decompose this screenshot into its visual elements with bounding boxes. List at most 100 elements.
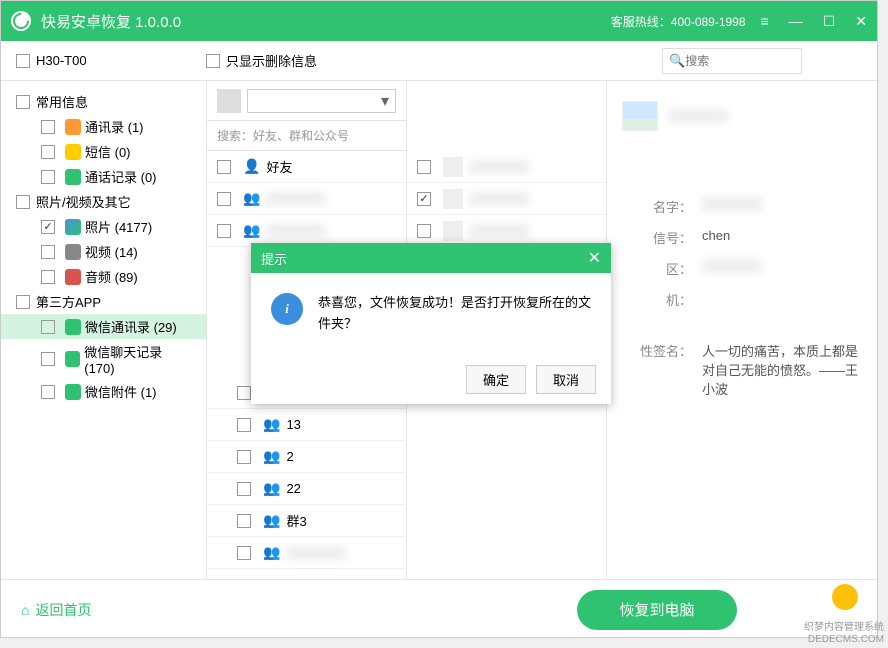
contacts-icon: [65, 119, 81, 135]
item-checkbox[interactable]: [41, 170, 55, 184]
blurred-name: [286, 546, 346, 560]
row-checkbox[interactable]: [237, 514, 251, 528]
region-label: 区：: [622, 259, 702, 278]
sidebar-wx-chat[interactable]: 微信聊天记录 (170): [84, 342, 191, 376]
profile-image: [622, 101, 658, 131]
photo-icon: [65, 219, 81, 235]
blurred-name: [266, 192, 326, 206]
back-home-link[interactable]: ⌂ 返回首页: [21, 600, 91, 620]
recover-button[interactable]: 恢复到电脑: [577, 590, 737, 630]
modal-title: 提示: [261, 249, 287, 268]
list-item[interactable]: 👤好友: [207, 151, 406, 183]
group-icon: 👥: [263, 448, 280, 465]
item-checkbox[interactable]: [41, 320, 55, 334]
watermark-icon: [832, 584, 858, 610]
cancel-button[interactable]: 取消: [536, 365, 596, 394]
minimize-button[interactable]: —: [789, 13, 803, 29]
item-checkbox[interactable]: [41, 145, 55, 159]
sidebar-audio[interactable]: 音频 (89): [85, 267, 138, 286]
group-checkbox[interactable]: [16, 195, 30, 209]
wxid-value: chen: [702, 228, 862, 247]
search-box[interactable]: 🔍: [662, 48, 802, 74]
avatar-icon: [443, 157, 463, 177]
search-input[interactable]: [685, 54, 785, 68]
menu-icon[interactable]: ≡: [761, 13, 769, 29]
group-label: 照片/视频及其它: [36, 192, 131, 211]
video-icon: [65, 244, 81, 260]
avatar-icon: [217, 89, 241, 113]
blurred-value: [702, 197, 762, 211]
sms-icon: [65, 144, 81, 160]
group-label: 常用信息: [36, 92, 88, 111]
row-checkbox[interactable]: [417, 224, 431, 238]
ok-button[interactable]: 确定: [466, 365, 526, 394]
item-checkbox[interactable]: [41, 120, 55, 134]
device-checkbox[interactable]: [16, 54, 30, 68]
sidebar-photos[interactable]: 照片 (4177): [85, 217, 152, 236]
sidebar-sms[interactable]: 短信 (0): [85, 142, 131, 161]
row-checkbox[interactable]: [237, 546, 251, 560]
close-button[interactable]: ✕: [855, 13, 867, 30]
list-item[interactable]: 👥2: [207, 441, 406, 473]
list-item[interactable]: 👥群3: [207, 505, 406, 537]
device-name: H30-T00: [36, 53, 87, 68]
item-checkbox[interactable]: [41, 245, 55, 259]
deleted-filter-label: 只显示删除信息: [226, 51, 317, 70]
home-icon: ⌂: [21, 602, 29, 618]
row-checkbox[interactable]: [417, 160, 431, 174]
group-checkbox[interactable]: [16, 295, 30, 309]
item-checkbox[interactable]: [41, 270, 55, 284]
wxid-label: 信号：: [622, 228, 702, 247]
blurred-name: [469, 160, 529, 174]
maximize-button[interactable]: ☐: [823, 13, 836, 30]
row-checkbox[interactable]: [217, 192, 231, 206]
sidebar-contacts[interactable]: 通讯录 (1): [85, 117, 144, 136]
name-label: 名字：: [622, 197, 702, 216]
back-label: 返回首页: [35, 600, 91, 620]
sidebar: 常用信息 通讯录 (1) 短信 (0) 通话记录 (0) 照片/视频及其它 照片…: [1, 81, 207, 579]
app-icon: [11, 11, 31, 31]
group-icon: 👥: [263, 480, 280, 497]
row-checkbox[interactable]: [237, 450, 251, 464]
avatar-icon: [443, 189, 463, 209]
row-checkbox[interactable]: [217, 160, 231, 174]
row-checkbox[interactable]: [417, 192, 431, 206]
item-checkbox[interactable]: [41, 385, 55, 399]
deleted-filter-checkbox[interactable]: [206, 54, 220, 68]
user-dropdown[interactable]: ▾: [247, 89, 396, 113]
list-item[interactable]: 👥13: [207, 409, 406, 441]
row-checkbox[interactable]: [237, 418, 251, 432]
list-item[interactable]: 👥: [207, 537, 406, 569]
search-icon: 🔍: [669, 53, 685, 69]
contact-search-label[interactable]: 搜索：好友、群和公众号: [207, 121, 406, 151]
item-checkbox[interactable]: [41, 220, 55, 234]
wechat-icon: [65, 351, 80, 367]
item-checkbox[interactable]: [41, 352, 55, 366]
avatar-icon: [443, 221, 463, 241]
group-checkbox[interactable]: [16, 95, 30, 109]
row-checkbox[interactable]: [237, 482, 251, 496]
wechat-icon: [65, 384, 81, 400]
signature-label: 性签名：: [622, 341, 702, 398]
list-item[interactable]: [407, 151, 606, 183]
modal-close-button[interactable]: ✕: [588, 248, 601, 268]
row-checkbox[interactable]: [217, 224, 231, 238]
wechat-icon: [65, 319, 81, 335]
list-item[interactable]: 👥: [207, 183, 406, 215]
group-icon: 👥: [243, 190, 260, 207]
list-item[interactable]: [407, 183, 606, 215]
footer: ⌂ 返回首页 恢复到电脑: [1, 579, 877, 639]
app-title: 快易安卓恢复 1.0.0.0: [41, 11, 611, 32]
list-item[interactable]: 👥22: [207, 473, 406, 505]
sidebar-wx-files[interactable]: 微信附件 (1): [85, 382, 157, 401]
sidebar-wx-contacts[interactable]: 微信通讯录 (29): [85, 317, 177, 336]
blurred-name: [469, 224, 529, 238]
hotline-label: 客服热线：400-089-1998: [611, 13, 746, 30]
group-icon: 👥: [263, 416, 280, 433]
sidebar-videos[interactable]: 视频 (14): [85, 242, 138, 261]
sidebar-calls[interactable]: 通话记录 (0): [85, 167, 157, 186]
blurred-name: [266, 224, 326, 238]
group-icon: 👥: [263, 512, 280, 529]
row-checkbox[interactable]: [237, 386, 251, 400]
group-icon: 👥: [243, 222, 260, 239]
